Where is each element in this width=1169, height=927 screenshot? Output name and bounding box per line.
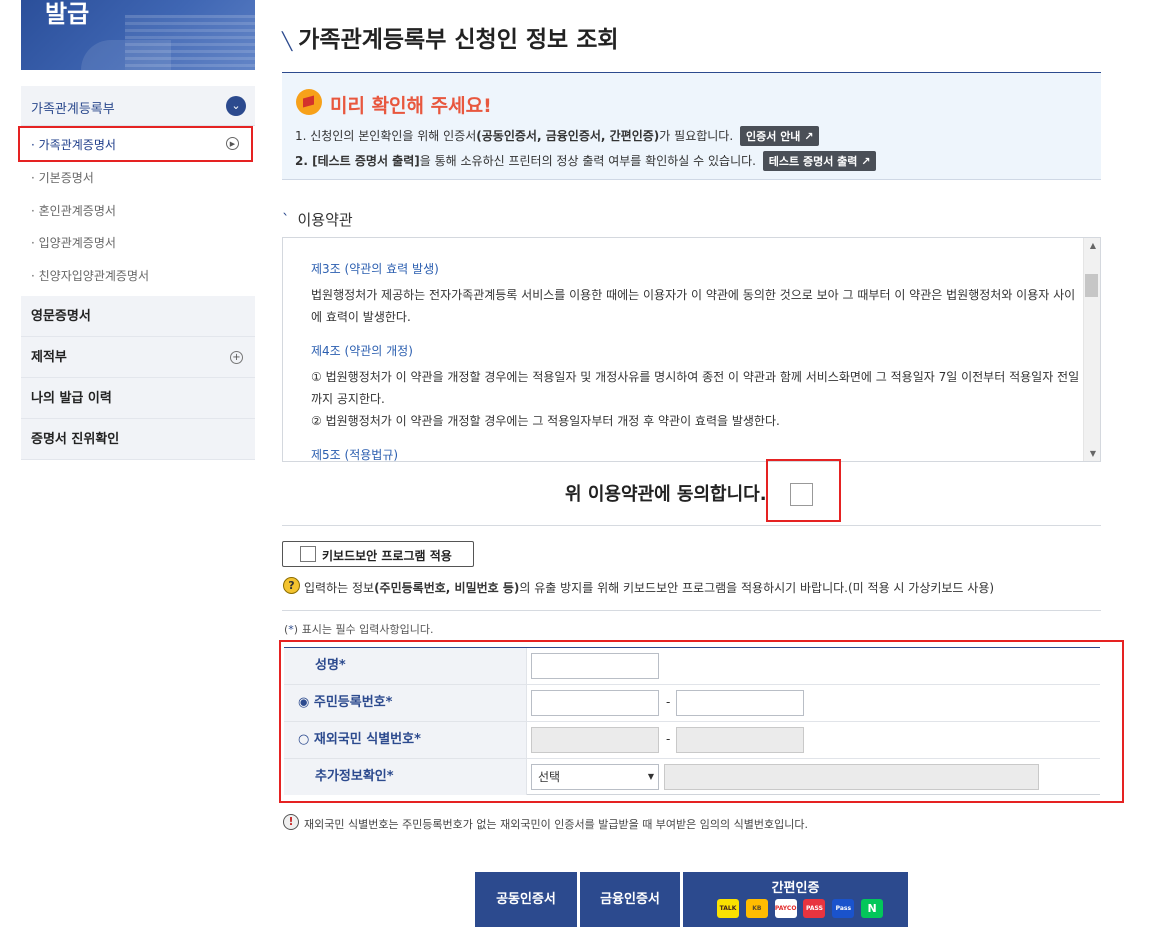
highlight-box-sidebar: ▶: [18, 126, 253, 162]
divider: [282, 610, 1101, 611]
plus-circle-icon[interactable]: +: [230, 351, 243, 364]
sidebar-item-marriage-cert[interactable]: · 혼인관계증명서: [21, 195, 255, 227]
keyboard-help-post: 의 유출 방지를 위해 키보드보안 프로그램을 적용하시기 바랍니다.(미 적용…: [519, 581, 995, 595]
simple-auth-label: 간편인증: [771, 881, 820, 896]
sidebar-group-family-registry[interactable]: 가족관계등록부 ⌄: [21, 86, 255, 126]
kb-icon: KB: [745, 899, 768, 918]
sidebar-item-basic-cert[interactable]: · 기본증명서: [21, 162, 255, 194]
sidebar-group-cert-verify[interactable]: 증명서 진위확인: [21, 419, 255, 460]
cert-guide-button[interactable]: 인증서 안내 ↗: [740, 126, 820, 146]
sidebar-group-english-cert[interactable]: 영문증명서: [21, 296, 255, 337]
agree-label: 위 이용약관에 동의합니다.: [565, 484, 767, 505]
notice-line-1-bold: (공동인증서, 금융인증서, 간편인증): [476, 129, 660, 143]
samsung-pass-icon: Pass: [832, 899, 855, 918]
sidebar-group-label: 제적부: [31, 350, 67, 365]
megaphone-icon: [296, 89, 322, 115]
keyboard-security-checkbox[interactable]: [300, 546, 316, 562]
banner-books-image: [125, 15, 255, 70]
notice-line-2-bold: 2. [테스트 증명서 출력]: [295, 154, 420, 168]
terms-heading: ˋ 이용약관: [282, 209, 353, 230]
sidebar-group-removed-register[interactable]: 제적부 +: [21, 337, 255, 378]
sidebar-banner: 발급: [21, 0, 255, 70]
joint-cert-button[interactable]: 공동인증서: [475, 872, 577, 927]
keyboard-help-pre: 입력하는 정보: [304, 581, 375, 595]
terms-scrollbar[interactable]: ▲ ▼: [1083, 238, 1100, 461]
banner-title: 발급: [45, 0, 90, 28]
notice-line-2-text: 을 통해 소유하신 프린터의 정상 출력 여부를 확인하실 수 있습니다.: [419, 154, 756, 168]
keyboard-security-label: 키보드보안 프로그램 적용: [322, 549, 452, 563]
terms-scroll-box[interactable]: 제3조 (약관의 효력 발생) 법원행정처가 제공하는 전자가족관계등록 서비스…: [282, 237, 1101, 462]
simple-auth-logos: TALK KB PAYCO PASS Pass N: [717, 899, 886, 918]
chevron-down-icon[interactable]: ⌄: [226, 96, 246, 116]
sidebar-item-full-adoption-cert[interactable]: · 친양자입양관계증명서: [21, 260, 255, 292]
notice-box: 미리 확인해 주세요! 1. 신청인의 본인확인을 위해 인증서(공동인증서, …: [282, 73, 1101, 180]
test-print-button[interactable]: 테스트 증명서 출력 ↗: [762, 151, 877, 171]
kakao-icon: TALK: [717, 899, 739, 918]
play-circle-icon: ▶: [226, 137, 239, 150]
article-title: 제3조 (약관의 효력 발생): [311, 262, 439, 276]
terms-content: 제3조 (약관의 효력 발생) 법원행정처가 제공하는 전자가족관계등록 서비스…: [311, 260, 1081, 462]
pass-icon: PASS: [803, 899, 826, 918]
notice-title: 미리 확인해 주세요!: [330, 95, 492, 117]
sidebar-group-label: 가족관계등록부: [31, 102, 115, 117]
scroll-down-icon[interactable]: ▼: [1090, 449, 1096, 458]
simple-auth-button[interactable]: 간편인증 TALK KB PAYCO PASS Pass N: [683, 872, 908, 927]
terms-heading-text: 이용약관: [297, 211, 353, 229]
overseas-id-note: 재외국민 식별번호는 주민등록번호가 없는 재외국민이 인증서를 발급받을 때 …: [304, 818, 808, 831]
article-title: 제4조 (약관의 개정): [311, 344, 413, 358]
keyboard-help-bold: (주민등록번호, 비밀번호 등): [374, 581, 520, 595]
naver-icon: N: [861, 899, 884, 918]
notice-line-2: 2. [테스트 증명서 출력]을 통해 소유하신 프린터의 정상 출력 여부를 …: [295, 151, 877, 171]
page-title-text: 가족관계등록부 신청인 정보 조회: [298, 27, 619, 53]
notice-line-1-text: 1. 신청인의 본인확인을 위해 인증서: [295, 129, 477, 143]
required-note-text: ) 표시는 필수 입력사항입니다.: [293, 623, 434, 636]
scroll-thumb[interactable]: [1085, 274, 1098, 297]
keyboard-security-button[interactable]: 키보드보안 프로그램 적용: [282, 541, 474, 567]
divider: [282, 525, 1101, 526]
article-text: 법원행정처가 제공하는 전자가족관계등록 서비스를 이용한 때에는 이용자가 이…: [311, 288, 1076, 324]
required-note: (*) 표시는 필수 입력사항입니다.: [284, 621, 434, 637]
scroll-up-icon[interactable]: ▲: [1090, 241, 1096, 250]
article-text: ① 법원행정처가 이 약관을 개정할 경우에는 적용일자 및 개정사유를 명시하…: [311, 370, 1080, 428]
keyboard-help-text: 입력하는 정보(주민등록번호, 비밀번호 등)의 유출 방지를 위해 키보드보안…: [304, 579, 994, 596]
heading-mark-icon: ˋ: [282, 211, 290, 229]
title-mark-icon: ╲: [282, 32, 293, 52]
article-title: 제5조 (적용법규): [311, 448, 399, 462]
highlight-box-agree: [766, 459, 841, 522]
sidebar-group-my-history[interactable]: 나의 발급 이력: [21, 378, 255, 419]
payco-icon: PAYCO: [774, 899, 797, 918]
page-title: ╲ 가족관계등록부 신청인 정보 조회: [282, 20, 619, 54]
question-icon: ?: [283, 577, 300, 594]
financial-cert-button[interactable]: 금융인증서: [580, 872, 680, 927]
notice-line-1: 1. 신청인의 본인확인을 위해 인증서(공동인증서, 금융인증서, 간편인증)…: [295, 126, 820, 146]
highlight-box-form: [279, 640, 1124, 803]
sidebar-item-adoption-cert[interactable]: · 입양관계증명서: [21, 227, 255, 259]
notice-line-1-tail: 가 필요합니다.: [659, 129, 734, 143]
exclamation-icon: !: [283, 814, 299, 830]
